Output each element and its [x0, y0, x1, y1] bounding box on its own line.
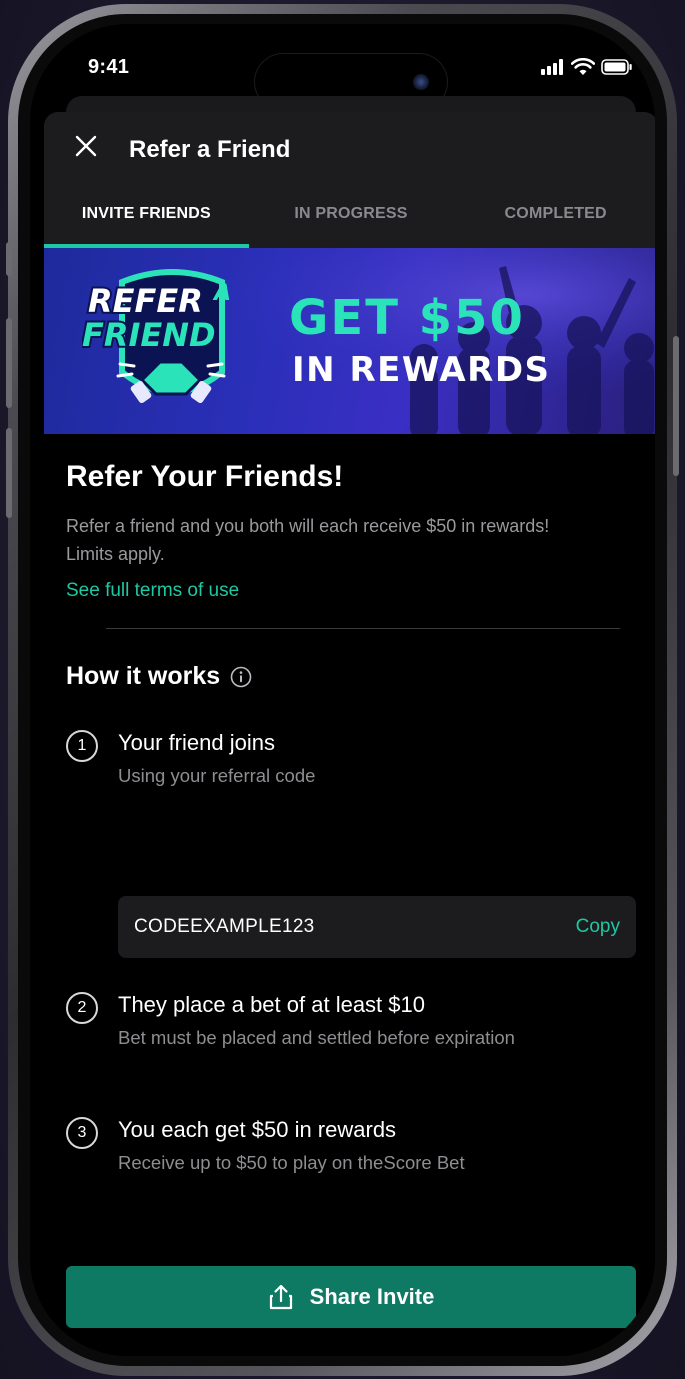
step-title: Your friend joins [118, 730, 275, 755]
close-icon[interactable] [70, 130, 102, 162]
referral-code-box: CODEEXAMPLE123 Copy [118, 896, 636, 958]
mute-switch [6, 242, 12, 276]
step-number-badge: 1 [66, 730, 98, 762]
referral-code: CODEEXAMPLE123 [134, 916, 315, 937]
camera-icon [413, 74, 429, 90]
how-it-works-label: How it works [66, 662, 221, 690]
step-subtitle: Receive up to $50 to play on theScore Be… [118, 1152, 465, 1173]
how-it-works-heading: How it works [66, 662, 252, 691]
step-title: They place a bet of at least $10 [118, 992, 425, 1017]
promo-banner: REFER A FRIEND GET $50 IN REWARDS [44, 248, 655, 434]
tab-bar: INVITE FRIENDS IN PROGRESS COMPLETED [44, 180, 655, 248]
terms-link[interactable]: See full terms of use [66, 580, 239, 602]
refer-friend-sheet: Refer a Friend INVITE FRIENDS IN PROGRES… [44, 112, 655, 1356]
share-icon [269, 1284, 292, 1310]
tab-completed[interactable]: COMPLETED [453, 180, 655, 248]
sheet-header: Refer a Friend [44, 112, 655, 180]
share-invite-button[interactable]: Share Invite [66, 1266, 636, 1328]
logo-refer-text: REFER [88, 282, 203, 320]
divider [106, 628, 620, 629]
status-icons [541, 58, 633, 76]
logo-friend-text: FRIEND [82, 316, 216, 354]
logo-a-text: A [212, 281, 231, 306]
info-icon[interactable] [230, 666, 252, 688]
volume-down-button [6, 428, 12, 518]
cellular-signal-icon [541, 59, 563, 75]
power-button [673, 336, 679, 476]
copy-button[interactable]: Copy [576, 916, 620, 938]
banner-subheadline: IN REWARDS [292, 350, 551, 390]
page-title: Refer a Friend [129, 136, 291, 163]
step-number-badge: 2 [66, 992, 98, 1024]
step-number-badge: 3 [66, 1117, 98, 1149]
refer-a-friend-logo: REFER A FRIEND [82, 269, 231, 404]
status-time: 9:41 [88, 56, 130, 78]
volume-up-button [6, 318, 12, 408]
step-title: You each get $50 in rewards [118, 1117, 397, 1142]
section-heading: Refer Your Friends! [66, 460, 344, 493]
tab-invite-friends[interactable]: INVITE FRIENDS [44, 180, 249, 248]
phone-screen: 9:41 Refer a Friend INVITE FRIENDS IN PR… [30, 24, 655, 1356]
step-subtitle: Using your referral code [118, 765, 316, 786]
banner-headline: GET $50 [289, 290, 525, 346]
step-subtitle: Bet must be placed and settled before ex… [118, 1027, 515, 1048]
section-description: Refer a friend and you both will each re… [66, 516, 550, 564]
tab-in-progress[interactable]: IN PROGRESS [249, 180, 454, 248]
battery-icon [601, 59, 632, 75]
wifi-icon [571, 58, 595, 75]
share-invite-label: Share Invite [309, 1284, 435, 1309]
